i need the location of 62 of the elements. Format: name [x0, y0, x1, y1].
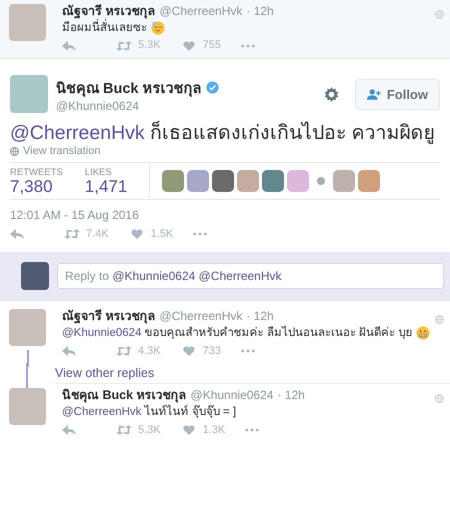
heart-icon[interactable]	[180, 425, 197, 436]
retweet-icon[interactable]	[64, 229, 80, 240]
avatar-placeholder	[21, 262, 49, 290]
like-count: 1.3K	[202, 424, 226, 438]
user-name[interactable]: นิชคุณ Buck หรเวชกุล	[56, 76, 202, 98]
tweet-text: @CherreenHvk ก็เธอแสดงเก่งเกินไปอะ ความผิดยู	[10, 121, 436, 146]
reply-icon[interactable]	[62, 346, 76, 356]
user-name[interactable]: ณัฐจารี หรเวชกุล	[62, 4, 156, 20]
retweet-count: 5.3K	[138, 39, 161, 53]
reply-icon[interactable]	[10, 229, 24, 240]
stat-label: LIKES	[84, 166, 113, 178]
settings-icon[interactable]	[324, 86, 339, 102]
tweet-text: @Khunnie0624 ขอบคุณสำหรับคำชมค่ะ ลืมไปนอนละเนอะ ฝันดีค่ะ บุย	[62, 326, 412, 340]
retweet-icon[interactable]	[116, 346, 132, 356]
heart-icon[interactable]	[180, 41, 197, 51]
tweet-text: @CherreenHvk ไนท์ไนท์ จุ๊บจุ๊บ = ]	[62, 405, 236, 420]
mention-link[interactable]: @CherreenHvk	[62, 406, 142, 418]
liker-avatar[interactable]	[262, 170, 284, 192]
more-icon[interactable]	[245, 428, 260, 432]
avatar-placeholder[interactable]	[9, 388, 46, 426]
like-count: 1.5K	[150, 228, 174, 240]
globe-icon	[435, 10, 444, 19]
more-icon[interactable]	[241, 44, 255, 48]
more-icon[interactable]	[193, 232, 208, 236]
mention-link[interactable]: @Khunnie0624	[62, 327, 142, 339]
heart-icon[interactable]	[128, 229, 145, 240]
more-icon[interactable]	[241, 349, 255, 354]
tweet-timestamp: 12:01 AM - 15 Aug 2016	[10, 208, 140, 222]
retweet-icon[interactable]	[116, 425, 132, 436]
mention-link[interactable]: @CherreenHvk	[10, 122, 145, 144]
avatar-placeholder[interactable]	[9, 4, 46, 41]
add-user-icon	[366, 88, 381, 100]
retweet-count: 7.4K	[86, 228, 109, 240]
globe-icon	[435, 315, 444, 324]
liker-avatar[interactable]	[358, 170, 380, 192]
retweet-count: 4.3K	[138, 344, 161, 358]
heart-icon[interactable]	[180, 346, 197, 356]
stat-label: RETWEETS	[10, 166, 63, 178]
liker-avatar[interactable]	[317, 177, 326, 186]
like-count: 733	[202, 344, 221, 358]
liker-avatar[interactable]	[162, 170, 184, 192]
retweet-count: 5.3K	[138, 424, 161, 438]
user-name[interactable]: ณัฐจารี หรเวชกุล	[62, 309, 156, 325]
avatar-placeholder[interactable]	[10, 75, 48, 113]
stat-value[interactable]: 1,471	[84, 178, 128, 196]
liker-avatar[interactable]	[212, 170, 234, 192]
view-other-replies-link[interactable]: View other replies	[55, 366, 154, 380]
avatar-placeholder[interactable]	[9, 309, 46, 346]
reply-icon[interactable]	[62, 41, 76, 51]
retweet-icon[interactable]	[116, 41, 132, 51]
liker-avatar[interactable]	[187, 170, 210, 192]
globe-icon	[10, 146, 19, 156]
reply-icon[interactable]	[62, 425, 76, 436]
reply-field[interactable]: Reply to @Khunnie0624 @CherreenHvk	[57, 263, 444, 290]
user-name[interactable]: นิชคุณ Buck หรเวชกุล	[62, 388, 187, 404]
stat-value[interactable]: 7,380	[10, 178, 63, 196]
follow-button[interactable]: Follow	[354, 78, 440, 110]
globe-icon	[435, 394, 444, 404]
like-count: 755	[202, 39, 221, 53]
tweet-text: มือผมนี่สั่นเลยซะ	[62, 20, 147, 35]
sleepy-face-icon	[151, 20, 165, 35]
grimacing-face-icon	[416, 326, 430, 340]
